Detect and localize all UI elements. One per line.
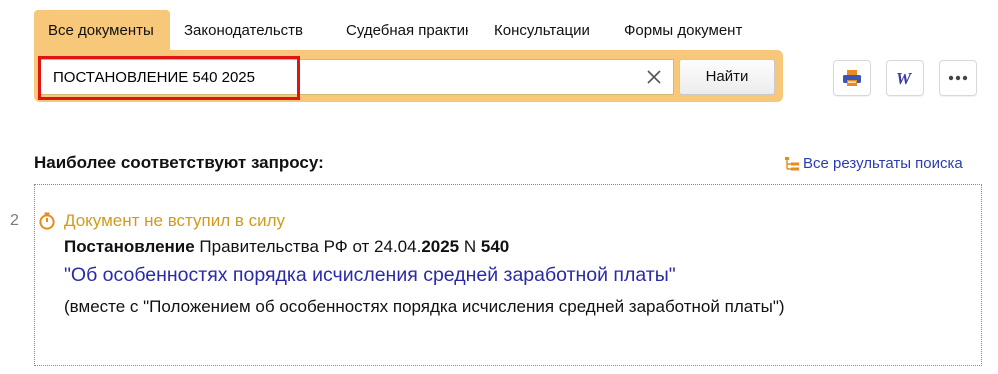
result-number: 2 (10, 212, 19, 229)
document-status: Документ не вступил в силу (38, 211, 285, 231)
document-status-text: Документ не вступил в силу (64, 211, 286, 230)
document-requisites: Постановление Правительства РФ от 24.04.… (64, 237, 509, 257)
printer-icon (843, 70, 861, 86)
tab-consultations[interactable]: Консультации (468, 10, 596, 50)
more-dots-icon (948, 75, 968, 81)
search-input[interactable] (41, 60, 641, 94)
tab-court-practice[interactable]: Судебная практик (308, 10, 468, 50)
tab-all-documents[interactable]: Все документы (34, 10, 170, 50)
tree-list-icon (785, 156, 799, 170)
search-panel: Найти (34, 50, 783, 102)
svg-text:W: W (896, 69, 913, 87)
results-heading: Наиболее соответствуют запросу: (34, 153, 324, 172)
document-number-prefix: N (459, 237, 481, 256)
document-type: Постановление (64, 237, 195, 256)
document-year: 2025 (421, 237, 460, 256)
search-field-container (40, 59, 674, 95)
clear-icon[interactable] (645, 68, 663, 86)
document-number: 540 (480, 237, 510, 256)
more-options-button[interactable] (939, 60, 977, 96)
stopwatch-icon (39, 212, 55, 230)
document-type-tabs: Все документы Законодательств Судебная п… (34, 10, 746, 50)
document-issuer-date: Правительства РФ от 24.04. (194, 237, 422, 256)
all-results-link[interactable]: Все результаты поиска (784, 155, 963, 172)
tab-document-forms[interactable]: Формы документ (596, 10, 746, 50)
word-export-button[interactable]: W (886, 60, 924, 96)
find-button[interactable]: Найти (679, 59, 775, 95)
print-button[interactable] (833, 60, 871, 96)
all-results-label: Все результаты поиска (803, 155, 963, 172)
tab-legislation[interactable]: Законодательств (170, 10, 308, 50)
document-note: (вместе с "Положением об особенностях по… (64, 297, 785, 316)
word-export-icon: W (896, 69, 913, 87)
document-title-link[interactable]: "Об особенностях порядка исчисления сред… (64, 264, 676, 287)
